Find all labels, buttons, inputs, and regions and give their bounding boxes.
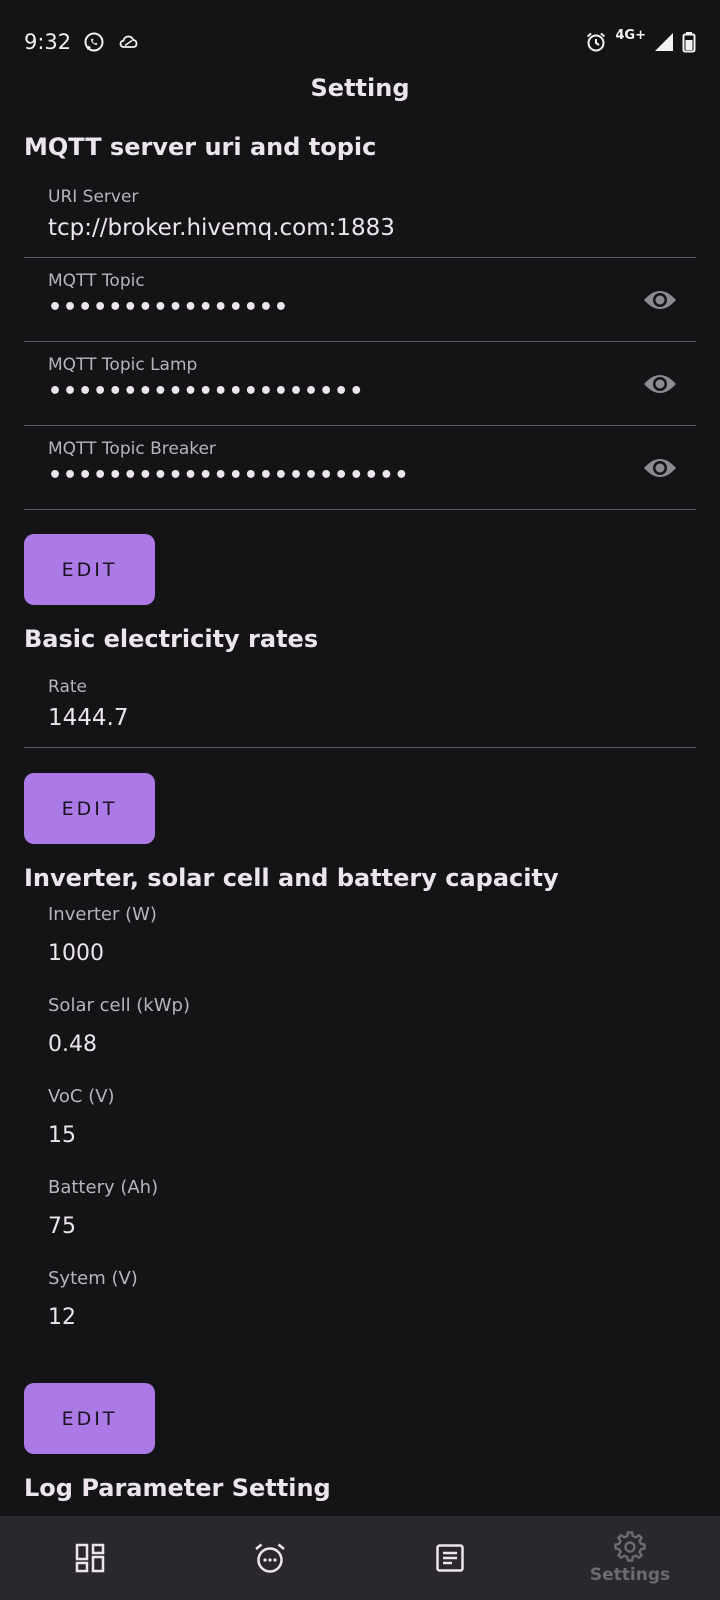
visibility-toggle-icon[interactable] [642,453,678,483]
alarm-icon [587,32,606,52]
mqtt-section-title: MQTT server uri and topic [24,133,377,161]
solar-cell-label: Solar cell (kWp) [48,995,190,1016]
signal-icon [655,33,673,51]
page-title: Setting [310,74,410,102]
visibility-toggle-icon[interactable] [642,285,678,315]
mqtt-topic-lamp-label: MQTT Topic Lamp [48,355,198,375]
capacity-section-title: Inverter, solar cell and battery capacit… [24,864,559,892]
mqtt-topic-lamp-value[interactable]: ••••••••••••••••••••• [48,379,364,404]
rates-section-title: Basic electricity rates [24,625,319,653]
battery-icon [682,32,696,53]
nav-dashboard[interactable] [0,1516,180,1600]
status-time: 9:32 [24,30,72,54]
inverter-label: Inverter (W) [48,904,157,925]
rate-label: Rate [48,677,87,697]
mqtt-topic-breaker-value[interactable]: •••••••••••••••••••••••• [48,463,409,488]
uri-server-value[interactable]: tcp://broker.hivemq.com:1883 [48,215,395,241]
mqtt-topic-value[interactable]: •••••••••••••••• [48,295,289,320]
gear-icon [614,1531,646,1562]
rate-value[interactable]: 1444.7 [48,705,128,731]
system-voltage-value: 12 [48,1305,76,1330]
alarm-clock-icon [255,1543,285,1573]
mqtt-topic-label: MQTT Topic [48,271,145,291]
nav-settings-label: Settings [589,1565,671,1585]
uri-server-label: URI Server [48,187,139,207]
solar-cell-value: 0.48 [48,1032,97,1057]
nav-settings[interactable]: Settings [540,1516,720,1600]
nav-alarm[interactable] [180,1516,360,1600]
rate-field[interactable]: Rate 1444.7 [24,665,696,748]
rates-edit-button[interactable]: EDIT [24,773,155,844]
system-voltage-label: Sytem (V) [48,1268,138,1289]
uri-server-field[interactable]: URI Server tcp://broker.hivemq.com:1883 [24,175,696,258]
mqtt-topic-lamp-field[interactable]: MQTT Topic Lamp ••••••••••••••••••••• [24,343,696,426]
network-type: 4G+ [615,27,646,43]
battery-value: 75 [48,1214,76,1239]
mqtt-edit-button[interactable]: EDIT [24,534,155,605]
bottom-navigation: Settings [0,1516,720,1600]
mqtt-topic-breaker-field[interactable]: MQTT Topic Breaker •••••••••••••••••••••… [24,427,696,510]
mqtt-topic-breaker-label: MQTT Topic Breaker [48,439,216,459]
voc-label: VoC (V) [48,1086,115,1107]
status-bar: 9:32 4G+ [0,0,720,84]
nav-log[interactable] [360,1516,540,1600]
cloud-icon [119,35,138,48]
mqtt-topic-field[interactable]: MQTT Topic •••••••••••••••• [24,259,696,342]
voc-value: 15 [48,1123,76,1148]
capacity-edit-button[interactable]: EDIT [24,1383,155,1454]
document-icon [436,1544,464,1572]
log-section-title: Log Parameter Setting [24,1474,331,1502]
dashboard-icon [75,1543,105,1573]
battery-label: Battery (Ah) [48,1177,159,1198]
inverter-value: 1000 [48,941,104,966]
visibility-toggle-icon[interactable] [642,369,678,399]
whatsapp-icon [84,32,104,52]
